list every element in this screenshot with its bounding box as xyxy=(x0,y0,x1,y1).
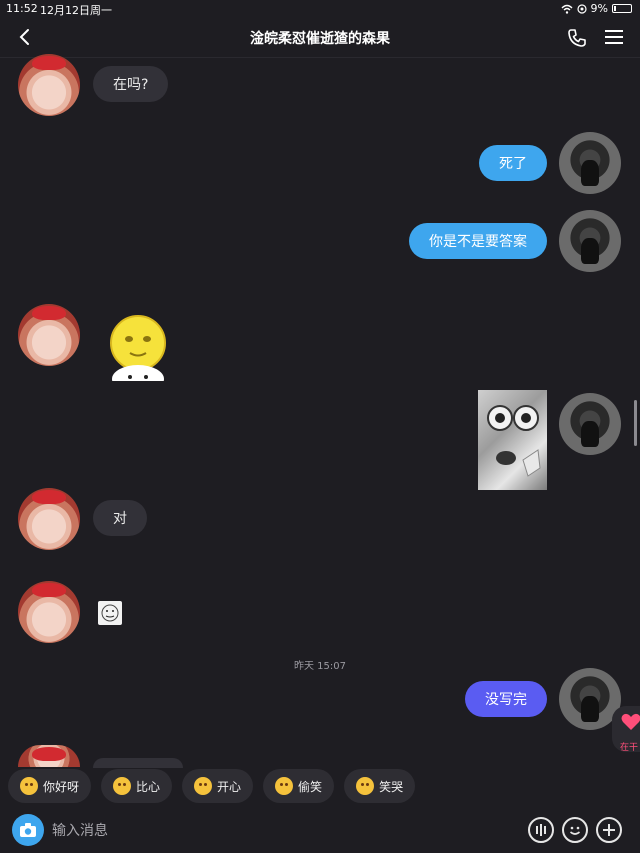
phone-icon[interactable] xyxy=(566,27,588,49)
message-bubble-out[interactable]: 死了 xyxy=(479,145,547,181)
moon-face-sticker[interactable] xyxy=(108,313,168,381)
self-avatar[interactable] xyxy=(559,210,621,272)
status-date: 12月12日周一 xyxy=(40,4,112,17)
location-icon xyxy=(576,3,587,14)
wifi-icon xyxy=(561,4,573,14)
status-bar: 11:52 12月12日周一 9% xyxy=(0,0,640,18)
status-right: 9% xyxy=(561,2,632,15)
quick-reply-chip[interactable]: 笑哭 xyxy=(344,769,416,803)
heart-hands-emoji-icon xyxy=(113,777,132,795)
quick-reply-chip[interactable]: 你好呀 xyxy=(8,769,92,803)
quick-reply-label: 你好呀 xyxy=(43,779,80,794)
battery-icon xyxy=(612,4,632,13)
message-bubble-in[interactable]: 对 xyxy=(93,500,147,536)
giggle-emoji-icon xyxy=(275,777,294,795)
battery-percent: 9% xyxy=(590,2,608,15)
camera-icon xyxy=(20,823,36,837)
quick-reply-label: 笑哭 xyxy=(379,779,404,794)
contact-avatar[interactable] xyxy=(18,54,80,116)
self-avatar[interactable] xyxy=(559,132,621,194)
status-time: 11:52 xyxy=(6,2,38,15)
message-input[interactable] xyxy=(52,817,512,845)
message-bubble-out[interactable]: 你是不是要答案 xyxy=(409,223,547,259)
quick-reply-bar: 你好呀 比心 开心 偷笑 笑哭 xyxy=(8,769,416,803)
quick-reply-chip[interactable]: 比心 xyxy=(101,769,173,803)
contact-avatar[interactable] xyxy=(18,304,80,366)
dog-face-illustration xyxy=(487,405,541,477)
quick-reply-label: 开心 xyxy=(217,779,242,794)
plus-icon xyxy=(603,824,615,836)
laughing-emoji-icon xyxy=(20,777,38,795)
happy-emoji-icon xyxy=(194,777,213,795)
more-button[interactable] xyxy=(596,817,622,843)
emoji-button[interactable] xyxy=(562,817,588,843)
floating-status-badge[interactable]: 在干 xyxy=(612,706,640,753)
tears-of-joy-emoji-icon xyxy=(356,777,375,795)
quick-reply-label: 偷笑 xyxy=(298,779,323,794)
floating-badge-label: 在干 xyxy=(620,743,639,753)
cartoon-face-icon xyxy=(101,604,119,622)
heart-icon xyxy=(621,713,640,730)
dog-meme-image[interactable] xyxy=(478,390,547,490)
scrollbar[interactable] xyxy=(634,400,637,446)
contact-avatar[interactable] xyxy=(18,581,80,643)
message-input-bar xyxy=(0,809,640,853)
voice-wave-icon xyxy=(536,824,546,836)
quick-reply-chip[interactable]: 开心 xyxy=(182,769,254,803)
self-avatar[interactable] xyxy=(559,393,621,455)
message-bubble-in-partial[interactable] xyxy=(93,758,183,768)
message-timestamp: 昨天 15:07 xyxy=(294,661,346,672)
quick-reply-label: 比心 xyxy=(136,779,161,794)
quick-reply-chip[interactable]: 偷笑 xyxy=(263,769,335,803)
chat-header: 淦皖柔怼催逝猹的森果 xyxy=(0,18,640,58)
contact-avatar[interactable] xyxy=(18,745,80,767)
small-sticker-image[interactable] xyxy=(98,601,122,625)
camera-button[interactable] xyxy=(12,814,44,846)
contact-avatar[interactable] xyxy=(18,488,80,550)
voice-button[interactable] xyxy=(528,817,554,843)
chat-title: 淦皖柔怼催逝猹的森果 xyxy=(250,31,390,47)
message-bubble-in[interactable]: 在吗? xyxy=(93,66,169,102)
menu-icon[interactable] xyxy=(604,28,624,46)
smiley-icon xyxy=(569,826,581,835)
message-bubble-out[interactable]: 没写完 xyxy=(465,681,547,717)
